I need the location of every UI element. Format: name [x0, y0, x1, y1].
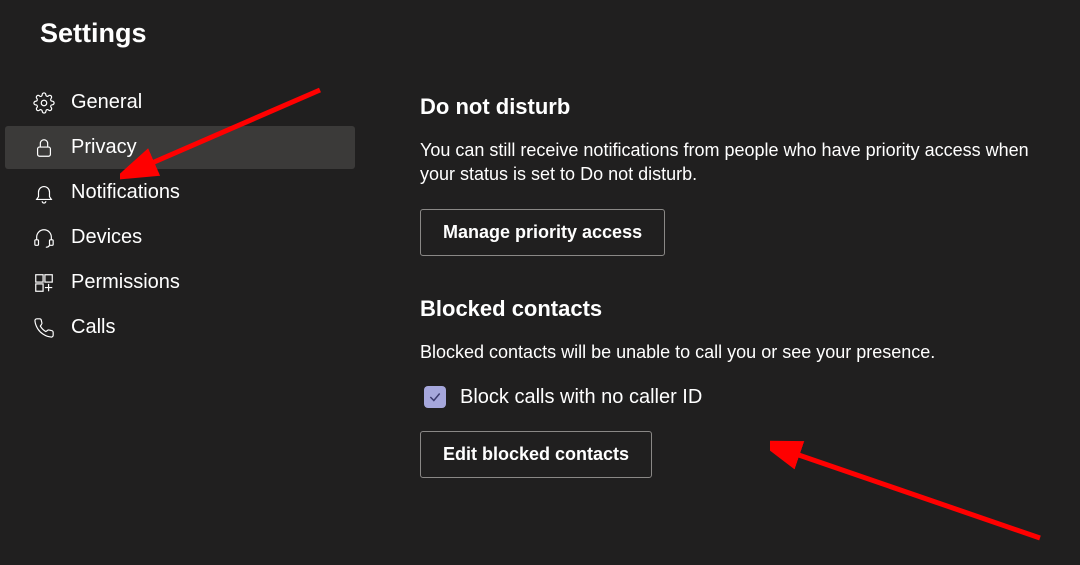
blocked-description: Blocked contacts will be unable to call …	[420, 340, 1060, 364]
block-no-caller-id-row: Block calls with no caller ID	[424, 386, 1060, 409]
blocked-title: Blocked contacts	[420, 296, 1060, 322]
sidebar-item-devices[interactable]: Devices	[5, 216, 355, 259]
blocked-contacts-section: Blocked contacts Blocked contacts will b…	[420, 296, 1060, 478]
page-title: Settings	[0, 18, 360, 79]
dnd-title: Do not disturb	[420, 94, 1060, 120]
sidebar-item-notifications[interactable]: Notifications	[5, 171, 355, 214]
settings-nav-list: General Privacy Notifications Devices	[0, 81, 360, 349]
sidebar-item-permissions[interactable]: Permissions	[5, 261, 355, 304]
edit-blocked-contacts-button[interactable]: Edit blocked contacts	[420, 431, 652, 478]
dnd-description: You can still receive notifications from…	[420, 138, 1060, 187]
settings-main: Do not disturb You can still receive not…	[360, 0, 1080, 565]
sidebar-item-label: Devices	[71, 226, 142, 249]
sidebar-item-label: Calls	[71, 316, 115, 339]
headset-icon	[33, 227, 55, 249]
sidebar-item-privacy[interactable]: Privacy	[5, 126, 355, 169]
manage-priority-access-button[interactable]: Manage priority access	[420, 209, 665, 256]
lock-icon	[33, 137, 55, 159]
settings-sidebar: Settings General Privacy Notifications	[0, 0, 360, 565]
block-no-caller-id-checkbox[interactable]	[424, 386, 446, 408]
block-no-caller-id-label: Block calls with no caller ID	[460, 386, 702, 409]
gear-icon	[33, 92, 55, 114]
sidebar-item-label: Privacy	[71, 136, 137, 159]
apps-icon	[33, 272, 55, 294]
sidebar-item-label: Notifications	[71, 181, 180, 204]
sidebar-item-label: General	[71, 91, 142, 114]
sidebar-item-label: Permissions	[71, 271, 180, 294]
sidebar-item-calls[interactable]: Calls	[5, 306, 355, 349]
bell-icon	[33, 182, 55, 204]
phone-icon	[33, 317, 55, 339]
sidebar-item-general[interactable]: General	[5, 81, 355, 124]
dnd-section: Do not disturb You can still receive not…	[420, 94, 1060, 256]
